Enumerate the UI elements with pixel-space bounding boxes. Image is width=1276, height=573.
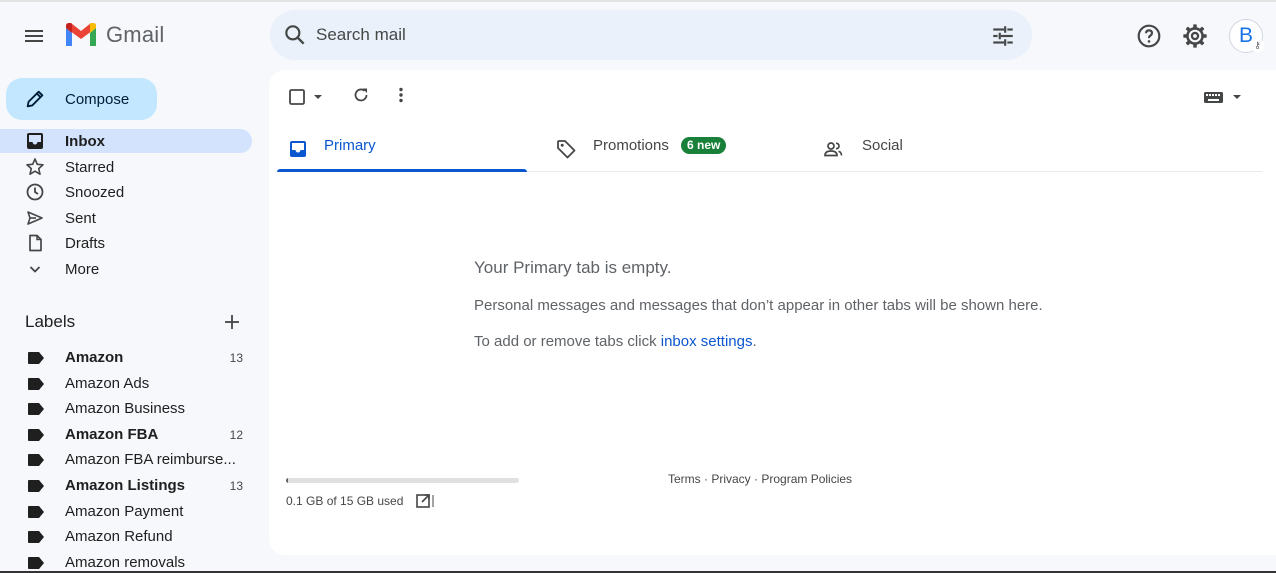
gear-icon[interactable] [1181, 22, 1209, 50]
compose-label: Compose [65, 90, 130, 108]
label-name: Amazon Refund [65, 528, 173, 545]
tab-label-social: Social [862, 137, 903, 154]
nav-item-starred[interactable]: Starred [0, 155, 252, 179]
empty-state-hint: To add or remove tabs click inbox settin… [474, 333, 757, 350]
label-name: Amazon [65, 349, 124, 366]
empty-state-description: Personal messages and messages that don’… [474, 297, 1043, 314]
label-item[interactable]: Amazon FBA reimburse... [0, 448, 252, 472]
label-name: Amazon FBA reimburse... [65, 451, 235, 468]
search-options-icon[interactable] [990, 23, 1016, 49]
tab-primary[interactable]: Primary [277, 126, 527, 172]
gmail-logo[interactable]: Gmail [64, 22, 164, 48]
inbox-icon [27, 133, 43, 149]
refresh-icon[interactable] [351, 85, 371, 105]
hint-prefix: To add or remove tabs click [474, 333, 661, 350]
label-icon [28, 403, 44, 415]
label-icon [28, 378, 44, 390]
active-tab-indicator [277, 169, 527, 172]
nav-item-snoozed[interactable]: Snoozed [0, 180, 252, 204]
nav-label-snoozed: Snoozed [65, 183, 125, 201]
gmail-logo-icon [66, 23, 96, 46]
tab-label-promotions: Promotions [593, 137, 669, 154]
search-bar[interactable] [270, 10, 1032, 60]
star-icon [26, 158, 44, 175]
label-item[interactable]: Amazon Refund [0, 525, 252, 549]
nav-item-more[interactable]: More [0, 257, 252, 281]
label-icon [28, 429, 44, 441]
nav-label-sent: Sent [65, 209, 96, 227]
nav-item-inbox[interactable]: Inbox [0, 129, 252, 153]
label-unread-count: 12 [229, 428, 243, 442]
footer-separator: · [700, 472, 712, 486]
label-name: Amazon Business [65, 400, 186, 417]
tab-label-primary: Primary [324, 137, 376, 154]
keyboard-icon[interactable] [1203, 89, 1243, 105]
send-icon [27, 211, 43, 225]
label-icon [28, 454, 44, 466]
label-name: Amazon FBA [65, 426, 159, 443]
nav-item-drafts[interactable]: Drafts [0, 231, 252, 255]
search-input[interactable] [316, 22, 976, 48]
draft-icon [29, 234, 42, 252]
label-item[interactable]: Amazon Business [0, 397, 252, 421]
label-unread-count: 13 [229, 351, 243, 365]
promotions-new-badge: 6 new [681, 137, 727, 154]
label-item[interactable]: Amazon Payment [0, 500, 252, 524]
clock-icon [26, 183, 44, 201]
label-item[interactable]: Amazon removals [0, 551, 252, 573]
label-icon [28, 352, 44, 364]
hint-suffix: . [752, 333, 757, 350]
inbox-tab-icon [290, 141, 306, 157]
inbox-settings-link[interactable]: inbox settings [661, 333, 753, 350]
label-item[interactable]: Amazon Listings 13 [0, 474, 252, 498]
privacy-link[interactable]: Privacy [711, 472, 750, 486]
storage-usage-text: 0.1 GB of 15 GB used [286, 494, 404, 508]
label-unread-count: 13 [229, 479, 243, 493]
label-name: Amazon Payment [65, 503, 184, 520]
footer-links: Terms · Privacy · Program Policies [668, 472, 852, 486]
label-name: Amazon Listings [65, 477, 186, 494]
select-dropdown-icon[interactable] [311, 90, 325, 104]
terms-link[interactable]: Terms [668, 472, 701, 486]
compose-button[interactable]: Compose [6, 78, 157, 120]
empty-state-title: Your Primary tab is empty. [474, 258, 672, 277]
nav-item-sent[interactable]: Sent [0, 206, 252, 230]
chevron-down-icon [29, 266, 41, 273]
label-icon [28, 531, 44, 543]
key-icon: ⚷ [1251, 39, 1264, 52]
main-panel: Primary Promotions 6 new Social Your Pri… [269, 70, 1276, 555]
search-icon[interactable] [282, 22, 308, 48]
open-in-new-icon[interactable] [414, 492, 436, 510]
nav-label-drafts: Drafts [65, 234, 106, 252]
labels-heading: Labels [25, 312, 76, 331]
tab-promotions[interactable]: Promotions [547, 126, 797, 172]
account-avatar[interactable]: B ⚷ [1229, 19, 1264, 53]
storage-bar [286, 478, 519, 483]
label-name: Amazon removals [65, 554, 186, 571]
menu-icon[interactable] [22, 24, 46, 48]
people-icon [824, 142, 843, 157]
label-item[interactable]: Amazon Ads [0, 372, 252, 396]
storage-bar-fill [286, 478, 288, 483]
pencil-icon [26, 90, 44, 108]
nav-label-more: More [65, 260, 100, 278]
label-icon [28, 480, 44, 492]
nav-label-inbox: Inbox [65, 132, 105, 150]
footer-separator: · [750, 472, 762, 486]
label-icon [28, 506, 44, 518]
program-policies-link[interactable]: Program Policies [761, 472, 852, 486]
header: Gmail Search mail B ⚷ [0, 0, 1276, 70]
tab-social[interactable]: Social [817, 126, 1067, 172]
app-name: Gmail [106, 22, 165, 47]
more-options-icon[interactable] [391, 85, 411, 105]
help-icon[interactable] [1136, 23, 1162, 49]
label-icon [28, 557, 44, 569]
add-label-icon[interactable] [222, 312, 242, 332]
select-all-checkbox[interactable] [288, 88, 306, 106]
label-item[interactable]: Amazon FBA 12 [0, 423, 252, 447]
nav-label-starred: Starred [65, 158, 115, 176]
label-name: Amazon Ads [65, 375, 150, 392]
label-item[interactable]: Amazon 13 [0, 346, 252, 370]
tag-icon [557, 140, 576, 159]
